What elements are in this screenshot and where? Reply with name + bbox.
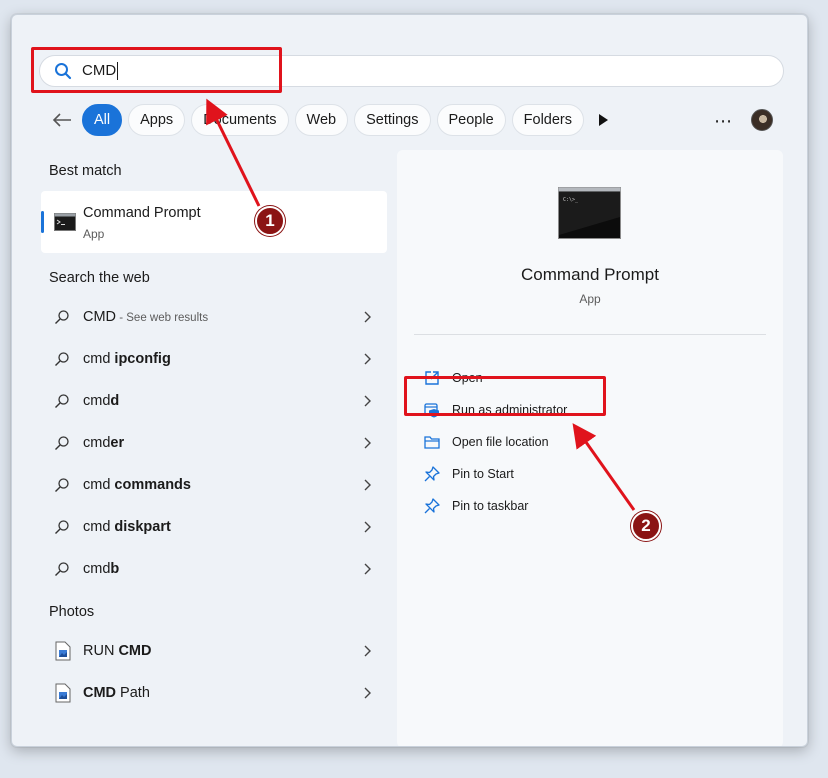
selection-indicator: [41, 211, 44, 233]
search-icon: [55, 310, 69, 324]
chevron-right-icon: [364, 563, 371, 575]
action-pin-to-start[interactable]: Pin to Start: [424, 463, 514, 485]
web-result-text: CMD: [83, 309, 117, 325]
step-badge-1: 1: [255, 206, 285, 236]
best-match-title: Command Prompt: [83, 205, 201, 221]
filter-apps[interactable]: Apps: [128, 104, 186, 136]
web-result-text: cmd: [83, 393, 111, 409]
avatar[interactable]: [751, 109, 773, 131]
best-match-subtitle: App: [83, 227, 105, 241]
action-open[interactable]: Open: [424, 367, 483, 389]
web-result-bold: b: [110, 561, 120, 577]
back-arrow-icon[interactable]: [50, 108, 74, 132]
best-match-heading: Best match: [49, 163, 122, 179]
pin-icon: [424, 498, 440, 514]
search-icon: [55, 63, 72, 80]
best-match-command-prompt[interactable]: Command Prompt App: [41, 191, 387, 253]
chevron-right-icon: [364, 645, 371, 657]
svg-text:C:\>_: C:\>_: [563, 197, 579, 203]
action-run-as-administrator[interactable]: Run as administrator: [424, 399, 567, 421]
filter-people[interactable]: People: [436, 104, 506, 136]
web-result-bold: commands: [114, 477, 191, 493]
filter-web[interactable]: Web: [294, 104, 349, 136]
more-options-icon[interactable]: ⋯: [714, 111, 733, 132]
photo-result-bold: CMD: [83, 685, 117, 701]
chevron-right-icon: [364, 437, 371, 449]
web-result-item[interactable]: CMD - See web results: [41, 298, 387, 336]
search-icon: [55, 562, 69, 576]
detail-panel: C:\>_ Command Prompt App Open Run as adm…: [397, 150, 783, 746]
chevron-right-icon: [364, 395, 371, 407]
detail-title: Command Prompt: [521, 265, 659, 284]
search-icon: [55, 394, 69, 408]
web-result-text: cmd: [83, 435, 111, 451]
web-result-bold: d: [110, 393, 120, 409]
chevron-right-icon: [364, 687, 371, 699]
web-result-bold: er: [110, 435, 125, 451]
action-label: Open file location: [452, 435, 549, 449]
divider: [414, 334, 766, 335]
play-more-filters-icon[interactable]: [596, 113, 610, 127]
action-label: Run as administrator: [452, 403, 568, 417]
search-input[interactable]: CMD: [39, 55, 784, 87]
open-external-icon: [425, 371, 439, 385]
search-icon: [55, 436, 69, 450]
chevron-right-icon: [364, 311, 371, 323]
photos-heading: Photos: [49, 604, 95, 620]
web-result-text: cmd: [83, 477, 115, 493]
web-result-item[interactable]: cmd diskpart: [41, 508, 387, 546]
action-pin-to-taskbar[interactable]: Pin to taskbar: [424, 495, 528, 517]
web-result-text: cmd: [83, 519, 115, 535]
web-result-item[interactable]: cmd commands: [41, 466, 387, 504]
web-result-item[interactable]: cmd ipconfig: [41, 340, 387, 378]
shield-admin-icon: [424, 403, 439, 418]
chevron-right-icon: [364, 353, 371, 365]
web-result-text: cmd: [83, 351, 115, 367]
web-result-item[interactable]: cmdb: [41, 550, 387, 588]
action-label: Pin to taskbar: [452, 499, 529, 513]
action-label: Pin to Start: [452, 467, 514, 481]
step-badge-2: 2: [631, 511, 661, 541]
chevron-right-icon: [364, 479, 371, 491]
web-result-item[interactable]: cmder: [41, 424, 387, 462]
filter-documents[interactable]: Documents: [191, 104, 289, 136]
search-window: CMD All Apps Documents Web Settings Peop…: [11, 14, 808, 747]
detail-subtitle: App: [579, 292, 601, 306]
action-open-file-location[interactable]: Open file location: [424, 431, 549, 453]
filter-bar: All Apps Documents Web Settings People F…: [50, 104, 610, 136]
web-result-hint: - See web results: [116, 312, 209, 324]
search-icon: [55, 478, 69, 492]
web-result-item[interactable]: cmdd: [41, 382, 387, 420]
filter-settings[interactable]: Settings: [354, 104, 431, 136]
command-prompt-icon: C:\>_: [558, 187, 621, 239]
action-label: Open: [452, 371, 483, 385]
chevron-right-icon: [364, 521, 371, 533]
pin-icon: [424, 466, 440, 482]
filter-folders[interactable]: Folders: [511, 104, 585, 136]
photo-result-text: Path: [116, 685, 150, 701]
image-file-icon: [55, 683, 71, 703]
search-web-heading: Search the web: [49, 270, 150, 286]
search-query: CMD: [82, 62, 119, 80]
web-result-text: cmd: [83, 561, 111, 577]
folder-icon: [424, 436, 440, 449]
search-icon: [55, 352, 69, 366]
command-prompt-icon: [54, 213, 76, 231]
filter-all[interactable]: All: [82, 104, 123, 136]
search-icon: [55, 520, 69, 534]
web-result-bold: ipconfig: [114, 351, 171, 367]
web-result-bold: diskpart: [114, 519, 171, 535]
photo-result-item[interactable]: RUN CMD: [41, 632, 387, 670]
photo-result-bold: CMD: [118, 643, 152, 659]
image-file-icon: [55, 641, 71, 661]
photo-result-item[interactable]: CMD Path: [41, 674, 387, 712]
photo-result-text: RUN: [83, 643, 119, 659]
